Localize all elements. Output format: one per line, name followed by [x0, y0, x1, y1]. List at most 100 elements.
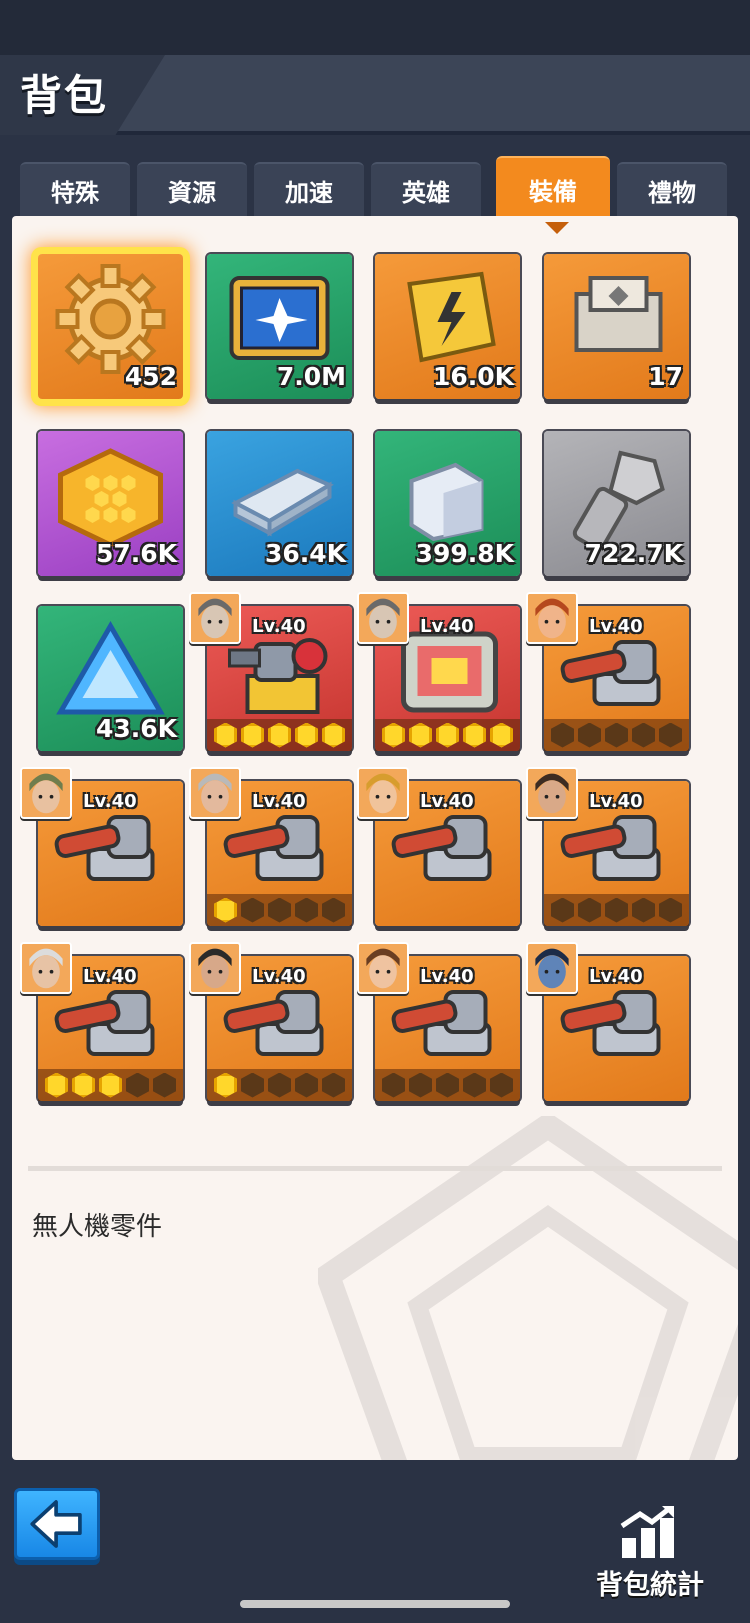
hero-portrait-blond — [357, 767, 409, 819]
stats-button-label[interactable]: 背包統計 — [596, 1563, 704, 1602]
inventory-slot[interactable]: Lv.40 — [526, 592, 689, 751]
star-empty-icon — [605, 897, 628, 923]
inventory-slot[interactable]: Lv.40 — [20, 942, 183, 1101]
item-quantity: 43.6K — [95, 714, 177, 743]
star-empty-icon — [551, 897, 574, 923]
inventory-slot[interactable]: Lv.40 — [526, 942, 689, 1101]
star-filled-icon — [72, 1072, 95, 1098]
inventory-slot[interactable]: Lv.40 — [357, 767, 520, 926]
star-filled-icon — [322, 722, 345, 748]
star-empty-icon — [659, 722, 682, 748]
inventory-slot[interactable]: 16.0K — [375, 254, 520, 399]
star-empty-icon — [659, 897, 682, 923]
star-empty-icon — [322, 897, 345, 923]
active-tab-pointer — [545, 222, 569, 234]
hero-portrait-brownhair — [357, 942, 409, 994]
hero-portrait-masked — [526, 942, 578, 994]
star-empty-icon — [463, 1072, 486, 1098]
hero-portrait-redhair — [526, 592, 578, 644]
star-rating — [375, 719, 520, 751]
item-level: Lv.40 — [252, 791, 306, 812]
star-filled-icon — [241, 722, 264, 748]
tab-heroes[interactable]: 英雄 — [371, 162, 481, 216]
inventory-slot[interactable]: 452 — [38, 254, 183, 399]
star-empty-icon — [436, 1072, 459, 1098]
inventory-slot[interactable]: 17 — [544, 254, 689, 399]
inventory-slot[interactable]: 7.0M — [207, 254, 352, 399]
star-empty-icon — [295, 1072, 318, 1098]
back-button[interactable] — [14, 1488, 100, 1560]
item-level: Lv.40 — [589, 966, 643, 987]
inventory-panel: 452 7.0M 16.0K 17 57.6K 36.4K 399.8K 722.7K 43.6… — [12, 216, 738, 1460]
star-empty-icon — [295, 897, 318, 923]
star-filled-icon — [295, 722, 318, 748]
item-quantity: 57.6K — [95, 539, 177, 568]
crystal-icon — [56, 621, 165, 715]
drone-chip-icon — [229, 276, 330, 360]
hero-portrait-goggles — [357, 592, 409, 644]
inventory-slot[interactable]: Lv.40 — [189, 767, 352, 926]
star-empty-icon — [268, 1072, 291, 1098]
hero-portrait-bearded — [526, 767, 578, 819]
star-filled-icon — [382, 722, 405, 748]
star-empty-icon — [126, 1072, 149, 1098]
item-grid: 452 7.0M 16.0K 17 57.6K 36.4K 399.8K 722.7K 43.6… — [12, 216, 738, 1376]
inventory-slot[interactable]: Lv.40 — [526, 767, 689, 926]
star-rating — [207, 1069, 352, 1101]
inventory-slot[interactable]: 722.7K — [544, 431, 689, 576]
item-quantity: 17 — [648, 362, 683, 391]
tab-gifts[interactable]: 禮物 — [617, 162, 727, 216]
item-quantity: 452 — [124, 362, 177, 391]
star-filled-icon — [463, 722, 486, 748]
star-empty-icon — [551, 722, 574, 748]
inventory-slot[interactable]: Lv.40 — [357, 592, 520, 751]
bar-chart-icon[interactable] — [618, 1504, 678, 1559]
star-empty-icon — [382, 1072, 405, 1098]
hero-portrait-goggles — [189, 592, 241, 644]
star-empty-icon — [241, 1072, 264, 1098]
tab-speedups[interactable]: 加速 — [254, 162, 364, 216]
device-box-icon — [574, 276, 663, 352]
inventory-slot[interactable]: Lv.40 — [20, 767, 183, 926]
page-title: 背包 — [20, 71, 109, 120]
hero-portrait-camo — [20, 767, 72, 819]
inventory-slot[interactable]: 43.6K — [38, 606, 183, 751]
item-quantity: 7.0M — [276, 362, 346, 391]
star-filled-icon — [214, 722, 237, 748]
inventory-slot[interactable]: 57.6K — [38, 431, 183, 576]
inventory-slot[interactable]: 36.4K — [207, 431, 352, 576]
tab-bar: 特殊 資源 加速 英雄 裝備 禮物 — [20, 156, 732, 220]
bolt-screw-icon — [572, 450, 665, 551]
star-empty-icon — [578, 897, 601, 923]
hero-portrait-oldman — [189, 767, 241, 819]
inventory-slot[interactable]: Lv.40 — [357, 942, 520, 1101]
star-empty-icon — [605, 722, 628, 748]
honeycomb-alloy-icon — [58, 448, 163, 548]
star-empty-icon — [153, 1072, 176, 1098]
inventory-slot[interactable]: 399.8K — [375, 431, 520, 576]
star-filled-icon — [45, 1072, 68, 1098]
tab-resources[interactable]: 資源 — [137, 162, 247, 216]
star-empty-icon — [322, 1072, 345, 1098]
star-empty-icon — [268, 897, 291, 923]
star-empty-icon — [578, 722, 601, 748]
tab-equipment[interactable]: 裝備 — [496, 156, 610, 220]
inventory-slot[interactable]: Lv.40 — [189, 942, 352, 1101]
home-indicator — [240, 1600, 510, 1608]
item-quantity: 722.7K — [584, 539, 683, 568]
inventory-slot[interactable]: Lv.40 — [189, 592, 352, 751]
star-filled-icon — [436, 722, 459, 748]
item-quantity: 16.0K — [432, 362, 514, 391]
detail-divider — [28, 1166, 722, 1171]
star-rating — [544, 894, 689, 926]
star-rating — [375, 1069, 520, 1101]
star-empty-icon — [409, 1072, 432, 1098]
star-empty-icon — [241, 897, 264, 923]
star-filled-icon — [214, 897, 237, 923]
tab-special[interactable]: 特殊 — [20, 162, 130, 216]
item-level: Lv.40 — [420, 791, 474, 812]
item-description: 無人機零件 — [32, 1212, 163, 1242]
star-empty-icon — [490, 1072, 513, 1098]
item-level: Lv.40 — [589, 616, 643, 637]
star-filled-icon — [268, 722, 291, 748]
